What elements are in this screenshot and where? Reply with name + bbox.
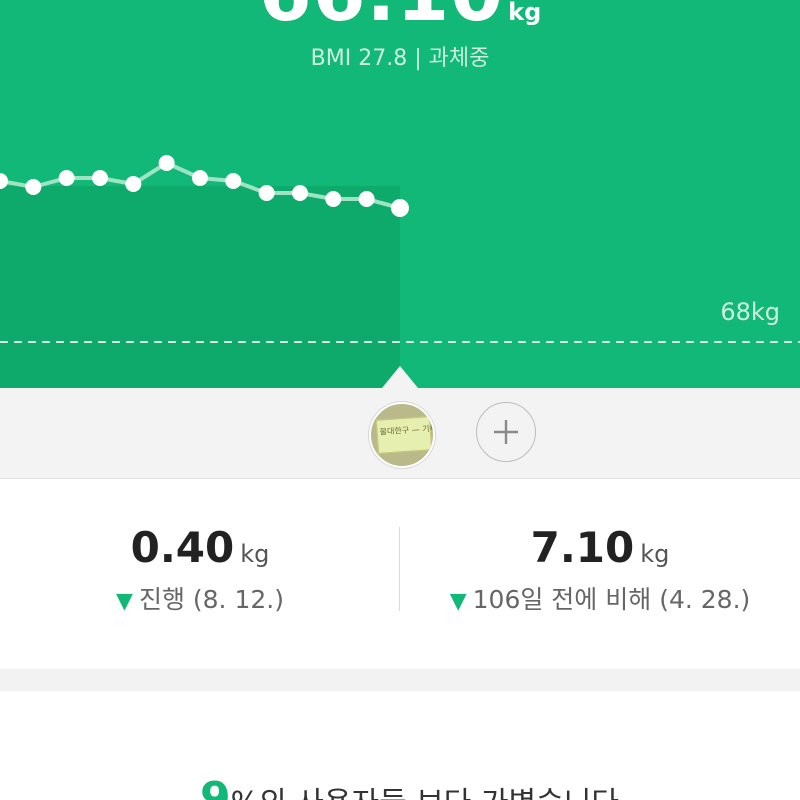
plus-icon [494,420,518,444]
stat-progress: 0.40 kg ▼ 진행 (8. 12.) [0,523,400,616]
weight-point[interactable] [91,170,108,186]
stat-comparison-value: 7.10 [530,523,635,572]
photo-card: 물대한구 — 기록 [375,416,435,454]
current-weight: 66.10kg [0,0,800,32]
stat-comparison-unit: kg [640,540,670,568]
down-triangle-icon: ▼ [449,589,467,614]
weight-point[interactable] [158,155,175,171]
weight-point[interactable] [125,176,142,192]
photo-card-text: 물대한구 — 기록 [379,423,435,437]
weight-point[interactable] [358,191,375,207]
selected-point-pointer [382,366,418,388]
weight-point[interactable] [390,199,409,217]
weight-point[interactable] [25,179,42,195]
section-gap [0,669,800,691]
weight-point[interactable] [291,185,308,201]
goal-weight-label: 68kg [720,298,780,326]
weight-unit: kg [508,0,542,26]
weight-point[interactable] [191,170,208,186]
stat-comparison: 7.10 kg ▼ 106일 전에 비해 (4. 28.) [400,523,800,616]
add-photo-button[interactable] [476,402,536,462]
down-triangle-icon: ▼ [116,589,133,614]
bmi-status: BMI 27.8 | 과체중 [310,46,490,71]
weight-value: 66.10 [259,0,504,38]
weight-screen: 66.10kg BMI 27.8 | 과체중 68kg 물대한구 — 기록 0.… [0,0,800,800]
user-comparison-label: %의 사용자들 보다 가볍습니다 [231,786,619,800]
stat-progress-label: 진행 (8. 12.) [138,585,284,614]
weight-points [0,155,409,217]
weight-point[interactable] [258,185,275,201]
photo-thumbnail[interactable]: 물대한구 — 기록 [369,402,435,468]
stat-comparison-label: 106일 전에 비해 (4. 28.) [472,585,751,614]
weight-point[interactable] [225,173,242,189]
stat-progress-value: 0.40 [130,523,235,572]
weight-point[interactable] [58,170,75,186]
weight-header: 66.10kg BMI 27.8 | 과체중 68kg [0,0,800,388]
weight-point[interactable] [325,191,342,207]
user-comparison-percent: 9 [200,773,231,800]
user-comparison-card: 9%의 사용자들 보다 가볍습니다 [0,691,800,800]
weight-stats: 0.40 kg ▼ 진행 (8. 12.) 7.10 kg ▼ 106일 전에 비해 (… [0,479,800,669]
user-comparison-text: 9%의 사용자들 보다 가볍습니다 [200,773,619,800]
stat-progress-unit: kg [240,540,270,568]
weight-point[interactable] [0,173,8,189]
